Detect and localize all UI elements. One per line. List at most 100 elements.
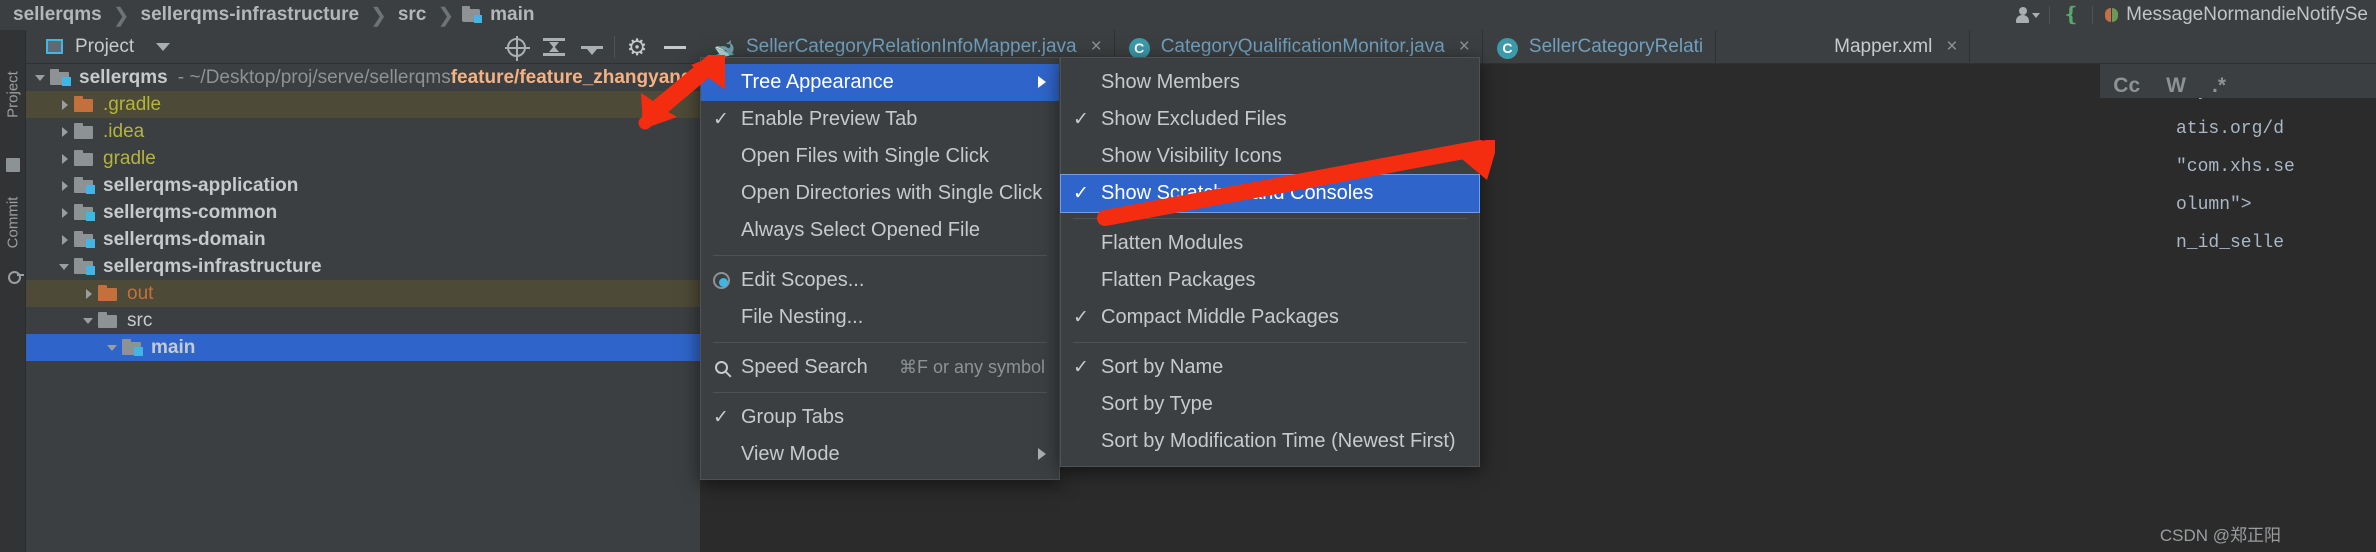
menu-item-label: Sort by Type [1101, 393, 1213, 415]
menu-item-show-members[interactable]: Show Members [1061, 64, 1479, 101]
tree-row-out[interactable]: out [26, 280, 700, 307]
tree-row-label: main [151, 336, 196, 358]
folder-icon[interactable] [6, 158, 20, 172]
regex-option[interactable]: .* [2212, 74, 2226, 98]
close-icon[interactable]: × [1091, 36, 1102, 58]
chevron-down-icon[interactable] [156, 42, 171, 51]
editor-tab-label: SellerCategoryRelati [1528, 35, 1704, 57]
menu-item-group-tabs[interactable]: ✓ Group Tabs [701, 399, 1059, 436]
run-config-label: MessageNormandieNotifySe [2126, 4, 2368, 25]
menu-item-always-select-opened-file[interactable]: Always Select Opened File [701, 212, 1059, 249]
menu-item-show-visibility-icons[interactable]: Show Visibility Icons [1061, 138, 1479, 175]
project-view-icon [46, 39, 63, 54]
breadcrumb-item-2[interactable]: src [395, 4, 430, 26]
chevron-right-icon[interactable] [82, 287, 96, 301]
settings-button[interactable]: ⚙ [618, 30, 656, 64]
tree-row-sellerqms-common[interactable]: sellerqms-common [26, 199, 700, 226]
commit-icon[interactable] [6, 268, 24, 284]
tree-row-sellerqms[interactable]: sellerqms - ~/Desktop/proj/serve/sellerqm… [26, 64, 761, 91]
menu-item-sort-by-type[interactable]: Sort by Type [1061, 386, 1479, 423]
tree-row-sellerqms-application[interactable]: sellerqms-application [26, 172, 700, 199]
menu-separator [713, 342, 1047, 343]
project-settings-menu[interactable]: Tree Appearance ✓ Enable Preview Tab Open F… [700, 57, 1060, 480]
menu-item-label: Edit Scopes... [741, 269, 865, 291]
tree-row-label: src [127, 309, 153, 331]
checkmark-icon: ✓ [1073, 109, 1089, 130]
menu-item-enable-preview-tab[interactable]: ✓ Enable Preview Tab [701, 101, 1059, 138]
breadcrumb-item-0[interactable]: sellerqms [10, 4, 105, 26]
tree-row-gradle[interactable]: gradle [26, 145, 700, 172]
menu-item-label: Open Files with Single Click [741, 145, 989, 167]
tree-row-main[interactable]: main [26, 334, 700, 361]
menu-item-sort-by-modification-time--newest-first-[interactable]: Sort by Modification Time (Newest First) [1061, 423, 1479, 460]
editor-tab-label: CategoryQualificationMonitor.java [1160, 35, 1445, 57]
menu-separator [1073, 342, 1467, 343]
menu-item-edit-scopes---[interactable]: Edit Scopes... [701, 262, 1059, 299]
radio-selected-icon [701, 272, 741, 289]
tree-row-src[interactable]: src [26, 307, 700, 334]
menu-item-speed-search[interactable]: Speed Search ⌘F or any symbol [701, 349, 1059, 386]
menu-item-label: Sort by Name [1101, 356, 1224, 378]
editor-tab-2[interactable]: C SellerCategoryRelati [1483, 30, 1717, 63]
editor-tab-3[interactable]: Mapper.xml × [1812, 30, 1971, 63]
match-case-option[interactable]: Cc [2113, 74, 2140, 98]
menu-item-compact-middle-packages[interactable]: ✓ Compact Middle Packages [1061, 299, 1479, 336]
project-tree[interactable]: sellerqms - ~/Desktop/proj/serve/sellerqm… [26, 64, 761, 552]
tree-row-sellerqms-infrastructure[interactable]: sellerqms-infrastructure [26, 253, 700, 280]
breadcrumb-item-3[interactable]: main [487, 4, 537, 26]
breadcrumb-separator: ❯ [370, 4, 387, 27]
chevron-right-icon[interactable] [58, 179, 72, 193]
close-icon[interactable]: × [1946, 36, 1957, 58]
tree-appearance-submenu[interactable]: Show Members ✓ Show Excluded Files Show Vis… [1060, 57, 1480, 467]
select-opened-file-button[interactable] [497, 30, 535, 64]
menu-item-label: Show Visibility Icons [1101, 145, 1282, 167]
chevron-right-icon [1038, 448, 1046, 460]
chevron-down-icon[interactable] [82, 314, 96, 328]
sidebar-item-commit[interactable]: Commit [5, 194, 22, 252]
breadcrumb-item-1[interactable]: sellerqms-infrastructure [138, 4, 363, 26]
tree-row--gradle[interactable]: .gradle [26, 91, 700, 118]
breadcrumb-separator: ❯ [437, 4, 455, 27]
tree-row--idea[interactable]: .idea [26, 118, 700, 145]
chevron-right-icon[interactable] [58, 98, 72, 112]
chevron-down-icon [2032, 12, 2041, 18]
chevron-down-icon[interactable] [106, 341, 120, 355]
menu-item-label: View Mode [741, 443, 840, 465]
menu-item-view-mode[interactable]: View Mode [701, 436, 1059, 473]
left-tool-strip: Project Commit [0, 30, 26, 552]
folder-icon [98, 312, 119, 329]
chevron-right-icon[interactable] [58, 125, 72, 139]
sidebar-item-project[interactable]: Project [5, 66, 22, 124]
chevron-right-icon[interactable] [58, 152, 72, 166]
target-icon [504, 35, 530, 61]
whole-words-option[interactable]: W [2166, 74, 2186, 98]
menu-item-flatten-packages[interactable]: Flatten Packages [1061, 262, 1479, 299]
module-folder-icon [50, 69, 71, 86]
menu-item-sort-by-name[interactable]: ✓ Sort by Name [1061, 349, 1479, 386]
user-avatar-icon[interactable] [2011, 0, 2045, 30]
close-icon[interactable]: × [1459, 36, 1470, 58]
expand-all-button[interactable] [535, 30, 573, 64]
chevron-down-icon[interactable] [34, 71, 48, 85]
menu-item-show-excluded-files[interactable]: ✓ Show Excluded Files [1061, 101, 1479, 138]
menu-item-file-nesting---[interactable]: File Nesting... [701, 299, 1059, 336]
menu-item-flatten-modules[interactable]: Flatten Modules [1061, 225, 1479, 262]
checkmark-icon: ✓ [1073, 183, 1089, 204]
chevron-down-icon[interactable] [58, 260, 72, 274]
chevron-right-icon[interactable] [58, 206, 72, 220]
menu-item-open-directories-with-single-click[interactable]: Open Directories with Single Click [701, 175, 1059, 212]
run-configuration-selector[interactable]: MessageNormandieNotifySe [2097, 0, 2376, 30]
code-line: n_id_selle [2176, 233, 2285, 253]
menu-item-open-files-with-single-click[interactable]: Open Files with Single Click [701, 138, 1059, 175]
divider [2049, 6, 2051, 24]
tree-row-label: sellerqms [79, 66, 168, 88]
collapse-all-button[interactable] [573, 30, 611, 64]
chevron-right-icon[interactable] [58, 233, 72, 247]
menu-item-show-scratches-and-consoles[interactable]: ✓ Show Scratches and Consoles [1060, 174, 1480, 213]
hide-panel-button[interactable] [656, 30, 694, 64]
menu-item-tree-appearance[interactable]: Tree Appearance [701, 64, 1059, 101]
tree-row-label: .idea [103, 120, 145, 142]
breadcrumb-separator: ❯ [112, 4, 130, 27]
tree-row-sellerqms-domain[interactable]: sellerqms-domain [26, 226, 700, 253]
hammer-build-icon[interactable]: ❴ [2054, 0, 2088, 30]
